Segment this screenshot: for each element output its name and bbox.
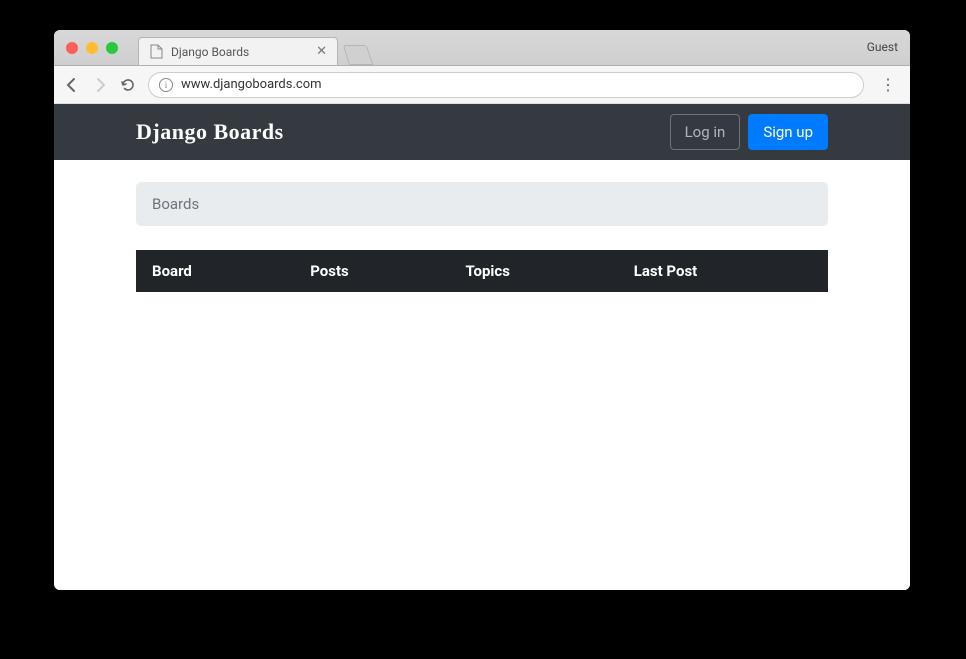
minimize-window-button[interactable] [86, 42, 98, 54]
profile-label[interactable]: Guest [867, 40, 898, 54]
login-button[interactable]: Log in [670, 114, 741, 150]
col-posts: Posts [294, 250, 449, 292]
maximize-window-button[interactable] [106, 42, 118, 54]
browser-window: Django Boards ✕ Guest i www.djangoboards… [54, 30, 910, 590]
col-board: Board [136, 250, 294, 292]
signup-button[interactable]: Sign up [748, 114, 828, 150]
new-tab-button[interactable] [343, 45, 373, 65]
table-header-row: Board Posts Topics Last Post [136, 250, 828, 292]
site-info-icon[interactable]: i [159, 78, 173, 92]
browser-toolbar: i www.djangoboards.com ⋮ [54, 66, 910, 104]
close-tab-icon[interactable]: ✕ [316, 44, 327, 59]
reload-button[interactable] [120, 77, 136, 93]
browser-tab[interactable]: Django Boards ✕ [138, 37, 338, 65]
page-content: Boards Board Posts Topics Last Post [54, 160, 910, 314]
browser-menu-icon[interactable]: ⋮ [876, 75, 900, 94]
address-bar[interactable]: i www.djangoboards.com [148, 72, 864, 98]
page-icon [149, 45, 163, 59]
window-controls [66, 42, 118, 54]
back-button[interactable] [64, 77, 80, 93]
col-topics: Topics [449, 250, 617, 292]
col-last-post: Last Post [618, 250, 828, 292]
site-brand[interactable]: Django Boards [136, 119, 662, 145]
site-navbar: Django Boards Log in Sign up [54, 104, 910, 160]
page-viewport: Django Boards Log in Sign up Boards Boar… [54, 104, 910, 590]
boards-table: Board Posts Topics Last Post [136, 250, 828, 292]
url-text: www.djangoboards.com [181, 77, 322, 92]
breadcrumb: Boards [136, 182, 828, 226]
tab-bar: Django Boards ✕ Guest [54, 30, 910, 66]
tab-title: Django Boards [171, 45, 308, 59]
close-window-button[interactable] [66, 42, 78, 54]
forward-button[interactable] [92, 77, 108, 93]
breadcrumb-item[interactable]: Boards [152, 195, 199, 213]
